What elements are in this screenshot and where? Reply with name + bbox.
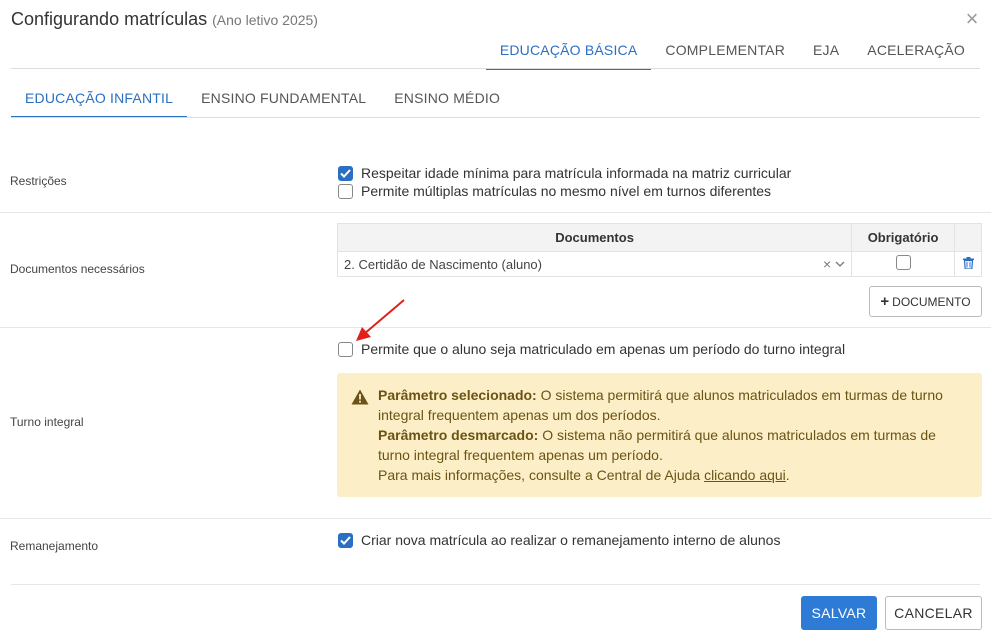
cancel-button[interactable]: CANCELAR [885, 596, 982, 630]
section-divider [0, 327, 991, 328]
modal-subtitle: (Ano letivo 2025) [212, 12, 318, 28]
turno-integral-checkbox[interactable] [338, 341, 353, 357]
document-select-value: 2. Certidão de Nascimento (aluno) [344, 256, 542, 272]
restricao-multiplas-option: Permite múltiplas matrículas no mesmo ní… [338, 183, 771, 199]
column-header-documentos: Documentos [336, 223, 853, 252]
turno-integral-label: Turno integral [10, 415, 84, 429]
restricao-idade-checkbox[interactable] [338, 165, 353, 181]
save-button[interactable]: SALVAR [801, 596, 877, 630]
actions-cell [954, 251, 982, 277]
footer-divider [11, 584, 980, 585]
alert-help: Para mais informações, consulte a Centra… [378, 465, 968, 485]
section-divider [0, 212, 991, 213]
top-tabs: EDUCAÇÃO BÁSICA COMPLEMENTAR EJA ACELERA… [485, 30, 979, 70]
required-cell [851, 251, 956, 277]
documents-table: Documentos Obrigatório 2. Certidão de Na… [336, 223, 982, 277]
modal-title-text: Configurando matrículas [11, 9, 208, 29]
column-header-actions [954, 223, 982, 252]
turno-integral-option-label: Permite que o aluno seja matriculado em … [361, 341, 846, 357]
warning-icon [351, 389, 369, 410]
sub-tabs: EDUCAÇÃO INFANTIL ENSINO FUNDAMENTAL ENS… [11, 80, 514, 118]
clear-icon[interactable]: × [823, 256, 831, 272]
remanejamento-option-label: Criar nova matrícula ao realizar o reman… [361, 532, 781, 548]
chevron-down-icon[interactable] [835, 259, 845, 270]
section-divider [0, 518, 991, 519]
documentos-label: Documentos necessários [10, 262, 145, 276]
tab-aceleracao[interactable]: ACELERAÇÃO [853, 30, 979, 70]
tab-ensino-fundamental[interactable]: ENSINO FUNDAMENTAL [187, 80, 380, 118]
restricao-multiplas-checkbox[interactable] [338, 183, 353, 199]
trash-icon[interactable] [962, 256, 974, 272]
required-checkbox[interactable] [895, 255, 911, 270]
add-document-label: DOCUMENTO [892, 294, 971, 309]
alert-help-end: . [785, 467, 790, 483]
check-icon [340, 168, 351, 178]
close-icon[interactable]: × [962, 8, 982, 30]
help-link[interactable]: clicando aqui [704, 467, 786, 483]
turno-integral-option: Permite que o aluno seja matriculado em … [338, 341, 845, 357]
modal-title: Configurando matrículas (Ano letivo 2025… [11, 9, 318, 30]
restricao-multiplas-label: Permite múltiplas matrículas no mesmo ní… [361, 183, 772, 199]
alert-help-text: Para mais informações, consulte a Centra… [378, 467, 701, 483]
remanejamento-label: Remanejamento [10, 539, 99, 553]
plus-icon: + [880, 293, 890, 310]
tab-eja[interactable]: EJA [799, 30, 853, 70]
add-document-button[interactable]: + DOCUMENTO [869, 286, 982, 317]
document-cell: 2. Certidão de Nascimento (aluno) × [336, 251, 853, 277]
remanejamento-checkbox[interactable] [338, 532, 353, 548]
tab-educacao-basica[interactable]: EDUCAÇÃO BÁSICA [485, 30, 652, 70]
column-header-obrigatorio: Obrigatório [851, 223, 956, 252]
remanejamento-option: Criar nova matrícula ao realizar o reman… [338, 532, 780, 548]
alert-selected: Parâmetro selecionado: O sistema permiti… [378, 385, 968, 425]
alert-selected-title: Parâmetro selecionado: [378, 387, 537, 403]
alert-unselected-title: Parâmetro desmarcado: [378, 427, 539, 443]
top-tabs-divider [11, 68, 980, 69]
restricoes-label: Restrições [10, 174, 67, 188]
sub-tabs-divider [11, 117, 980, 118]
alert-unselected: Parâmetro desmarcado: O sistema não perm… [378, 425, 968, 465]
restricao-idade-label: Respeitar idade mínima para matrícula in… [361, 165, 792, 181]
tab-ensino-medio[interactable]: ENSINO MÉDIO [380, 80, 514, 118]
tab-complementar[interactable]: COMPLEMENTAR [651, 30, 799, 70]
annotation-arrow-icon [356, 299, 405, 341]
table-row: 2. Certidão de Nascimento (aluno) × [336, 251, 982, 277]
tab-educacao-infantil[interactable]: EDUCAÇÃO INFANTIL [11, 80, 188, 118]
check-icon [340, 535, 351, 545]
restricao-idade-option: Respeitar idade mínima para matrícula in… [338, 165, 791, 181]
info-alert: Parâmetro selecionado: O sistema permiti… [337, 373, 982, 497]
document-select[interactable]: 2. Certidão de Nascimento (aluno) × [338, 256, 851, 272]
